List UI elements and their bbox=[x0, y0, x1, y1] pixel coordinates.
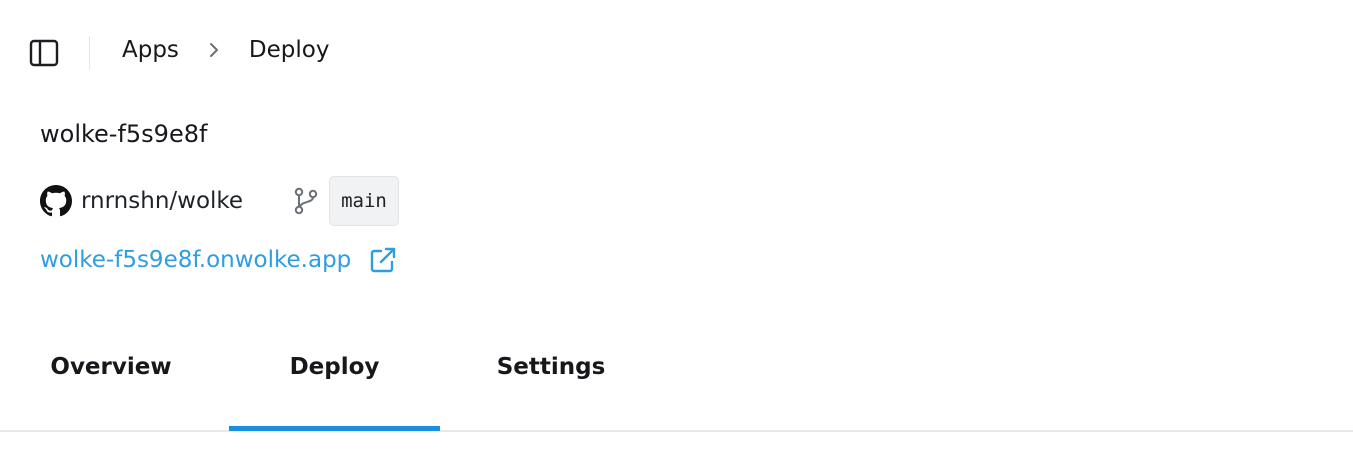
app-deploy-page: Apps Deploy wolke-f5s9e8f rnrnshn/wolke bbox=[0, 0, 1353, 457]
breadcrumb-item-apps[interactable]: Apps bbox=[122, 37, 179, 63]
chevron-right-icon bbox=[179, 41, 249, 59]
app-url-link[interactable]: wolke-f5s9e8f.onwolke.app bbox=[40, 244, 399, 276]
tab-overview[interactable]: Overview bbox=[0, 336, 222, 432]
external-link-icon[interactable] bbox=[367, 244, 399, 276]
branch-badge: main bbox=[329, 176, 399, 226]
repository-info: rnrnshn/wolke main bbox=[40, 176, 399, 226]
repository-link[interactable]: rnrnshn/wolke bbox=[81, 188, 243, 214]
top-bar: Apps Deploy bbox=[0, 0, 1353, 106]
active-tab-indicator bbox=[229, 426, 440, 431]
github-icon bbox=[40, 185, 72, 217]
breadcrumb: Apps Deploy bbox=[122, 37, 329, 63]
app-url-text[interactable]: wolke-f5s9e8f.onwolke.app bbox=[40, 247, 351, 273]
topbar-divider bbox=[89, 36, 90, 70]
tab-deploy[interactable]: Deploy bbox=[229, 336, 440, 432]
app-title: wolke-f5s9e8f bbox=[40, 120, 208, 148]
git-branch-icon bbox=[289, 184, 323, 218]
tab-settings[interactable]: Settings bbox=[446, 336, 656, 432]
sidebar-toggle-button[interactable] bbox=[28, 38, 60, 68]
breadcrumb-item-deploy: Deploy bbox=[248, 37, 330, 63]
tab-bar: Overview Deploy Settings bbox=[0, 336, 1353, 432]
sidebar-panel-icon bbox=[29, 39, 59, 67]
